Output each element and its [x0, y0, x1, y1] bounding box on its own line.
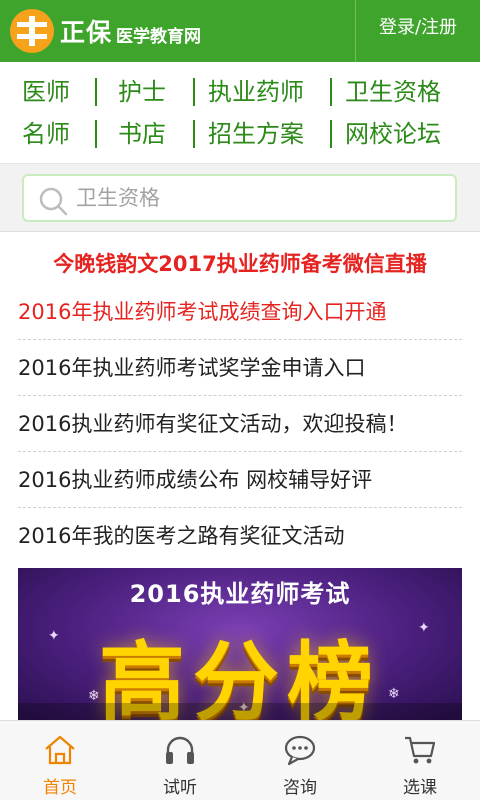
login-register-link[interactable]: 登录/注册: [362, 0, 474, 56]
category-nav-row-1: 医师 护士 执业药师 卫生资格: [0, 72, 480, 112]
news-list-item[interactable]: 2016执业药师有奖征文活动，欢迎投稿！: [18, 396, 462, 452]
chat-bubble-icon: [284, 735, 316, 766]
logo-main-text: 正保: [60, 18, 113, 47]
tab-courses[interactable]: 选课: [360, 721, 480, 800]
news-list: 2016年执业药师考试成绩查询入口开通 2016年执业药师考试奖学金申请入口 2…: [18, 284, 462, 564]
logo-sub-text: 医学教育网: [116, 26, 202, 47]
search-input[interactable]: [76, 176, 446, 220]
nav-item-teachers[interactable]: 名师: [22, 114, 70, 154]
nav-separator: [193, 78, 195, 106]
home-icon: [45, 735, 75, 765]
cart-icon: [405, 736, 436, 764]
search-icon[interactable]: [38, 186, 68, 216]
site-logo[interactable]: 正保 医学教育网: [10, 6, 201, 56]
tab-home[interactable]: 首页: [0, 721, 120, 800]
tab-audition[interactable]: 试听: [120, 721, 240, 800]
nav-item-bookstore[interactable]: 书店: [118, 114, 166, 154]
bottom-tab-bar: 首页 试听 咨询 选课: [0, 720, 480, 800]
promo-banner[interactable]: ✦ ✦ ❄ ❄ ✦ 2016执业药师考试 高分榜: [18, 568, 462, 721]
search-box[interactable]: [22, 174, 457, 222]
nav-separator: [95, 78, 97, 106]
nav-separator: [330, 78, 332, 106]
tab-home-label: 首页: [43, 778, 77, 798]
banner-shade: [18, 703, 462, 721]
news-list-item[interactable]: 2016年执业药师考试成绩查询入口开通: [18, 284, 462, 340]
category-nav-row-2: 名师 书店 招生方案 网校论坛: [0, 114, 480, 154]
news-list-item[interactable]: 2016年我的医考之路有奖征文活动: [18, 508, 462, 564]
app-screen: 正保 医学教育网 登录/注册 医师 护士 执业药师 卫生资格 名师 书店 招生方…: [0, 0, 480, 800]
featured-headline-link[interactable]: 今晚钱韵文2017执业药师备考微信直播: [0, 248, 480, 278]
header-bar: 正保 医学教育网 登录/注册: [0, 0, 480, 62]
news-list-item[interactable]: 2016年执业药师考试奖学金申请入口: [18, 340, 462, 396]
nav-item-nurse[interactable]: 护士: [118, 72, 166, 112]
tab-courses-label: 选课: [403, 778, 437, 798]
banner-title: 2016执业药师考试: [129, 580, 351, 608]
nav-item-forum[interactable]: 网校论坛: [345, 114, 441, 154]
tab-audition-label: 试听: [163, 778, 197, 798]
nav-separator: [193, 120, 195, 148]
nav-item-doctor[interactable]: 医师: [22, 72, 70, 112]
nav-item-pharmacist[interactable]: 执业药师: [208, 72, 304, 112]
nav-separator: [330, 120, 332, 148]
nav-item-health-qualification[interactable]: 卫生资格: [345, 72, 441, 112]
headphones-icon: [166, 736, 194, 764]
news-list-item[interactable]: 2016执业药师成绩公布 网校辅导好评: [18, 452, 462, 508]
tab-consult-label: 咨询: [283, 778, 317, 798]
tab-consult[interactable]: 咨询: [240, 721, 360, 800]
nav-separator: [95, 120, 97, 148]
logo-emblem-icon: [10, 9, 54, 53]
header-divider: [355, 0, 356, 62]
search-section: [0, 164, 480, 232]
category-nav: 医师 护士 执业药师 卫生资格 名师 书店 招生方案 网校论坛: [0, 62, 480, 164]
nav-item-enrollment-plans[interactable]: 招生方案: [208, 114, 304, 154]
